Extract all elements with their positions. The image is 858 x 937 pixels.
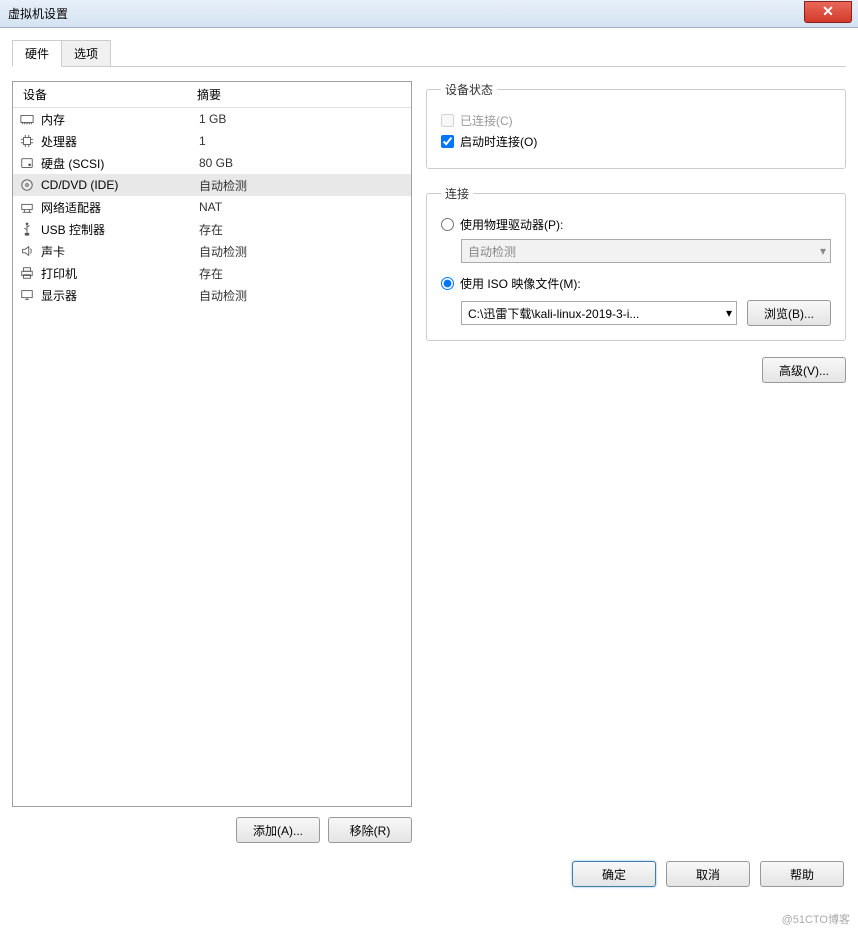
physical-drive-radio[interactable] [441,218,454,231]
physical-drive-combo: 自动检测 ▾ [461,239,831,263]
hardware-summary: 存在 [199,221,411,238]
chevron-down-icon: ▾ [726,306,732,320]
advanced-row: 高级(V)... [426,357,846,383]
tab-content: 设备 摘要 内存1 GB处理器1硬盘 (SCSI)80 GBCD/DVD (ID… [12,67,846,843]
hardware-row-printer[interactable]: 打印机存在 [13,262,411,284]
hardware-name: 处理器 [41,133,199,150]
iso-path-combo[interactable]: C:\迅雷下载\kali-linux-2019-3-i... ▾ [461,301,737,325]
tab-options[interactable]: 选项 [61,40,111,66]
iso-file-label: 使用 ISO 映像文件(M): [460,275,581,292]
iso-file-radio[interactable] [441,277,454,290]
connected-row: 已连接(C) [441,112,831,129]
physical-drive-row: 使用物理驱动器(P): [441,216,831,233]
chevron-down-icon: ▾ [820,244,826,258]
connect-at-poweron-checkbox[interactable] [441,135,454,148]
help-button[interactable]: 帮助 [760,861,844,887]
connect-at-poweron-label: 启动时连接(O) [460,133,537,150]
cancel-button[interactable]: 取消 [666,861,750,887]
cpu-icon [19,133,35,149]
hardware-row-disk[interactable]: 硬盘 (SCSI)80 GB [13,152,411,174]
hardware-name: 网络适配器 [41,199,199,216]
hardware-actions: 添加(A)... 移除(R) [12,817,412,843]
tab-hardware[interactable]: 硬件 [12,40,62,67]
hardware-row-cpu[interactable]: 处理器1 [13,130,411,152]
physical-drive-value: 自动检测 [468,243,516,260]
ok-button[interactable]: 确定 [572,861,656,887]
hardware-row-display[interactable]: 显示器自动检测 [13,284,411,306]
memory-icon [19,111,35,127]
physical-drive-combo-wrap: 自动检测 ▾ [461,239,831,263]
iso-file-row: 使用 ISO 映像文件(M): [441,275,831,292]
physical-drive-label: 使用物理驱动器(P): [460,216,563,233]
hardware-name: 显示器 [41,287,199,304]
tab-strip: 硬件 选项 [12,40,846,67]
hardware-name: 声卡 [41,243,199,260]
disk-icon [19,155,35,171]
hardware-list-header: 设备 摘要 [13,82,411,108]
hardware-name: CD/DVD (IDE) [41,178,199,192]
iso-path-value: C:\迅雷下载\kali-linux-2019-3-i... [468,305,639,322]
net-icon [19,199,35,215]
hardware-row-net[interactable]: 网络适配器NAT [13,196,411,218]
titlebar: 虚拟机设置 ✕ [0,0,858,28]
header-device: 设备 [13,86,193,103]
hardware-row-cd[interactable]: CD/DVD (IDE)自动检测 [13,174,411,196]
sound-icon [19,243,35,259]
hardware-list[interactable]: 设备 摘要 内存1 GB处理器1硬盘 (SCSI)80 GBCD/DVD (ID… [12,81,412,807]
advanced-button[interactable]: 高级(V)... [762,357,846,383]
printer-icon [19,265,35,281]
hardware-summary: 自动检测 [199,177,411,194]
hardware-summary: 80 GB [199,156,411,170]
device-status-group: 设备状态 已连接(C) 启动时连接(O) [426,81,846,169]
display-icon [19,287,35,303]
add-button[interactable]: 添加(A)... [236,817,320,843]
watermark: @51CTO博客 [782,911,850,927]
left-column: 设备 摘要 内存1 GB处理器1硬盘 (SCSI)80 GBCD/DVD (ID… [12,81,412,843]
usb-icon [19,221,35,237]
remove-button[interactable]: 移除(R) [328,817,412,843]
hardware-summary: NAT [199,200,411,214]
browse-button[interactable]: 浏览(B)... [747,300,831,326]
hardware-rows: 内存1 GB处理器1硬盘 (SCSI)80 GBCD/DVD (IDE)自动检测… [13,108,411,306]
close-button[interactable]: ✕ [804,1,852,23]
hardware-summary: 自动检测 [199,243,411,260]
hardware-name: 硬盘 (SCSI) [41,155,199,172]
hardware-summary: 1 [199,134,411,148]
connect-at-poweron-row: 启动时连接(O) [441,133,831,150]
connection-group: 连接 使用物理驱动器(P): 自动检测 ▾ 使用 ISO 映像文件(M): [426,185,846,341]
close-icon: ✕ [822,3,834,20]
dialog-body: 硬件 选项 设备 摘要 内存1 GB处理器1硬盘 (SCSI)80 GBCD/D… [0,28,858,895]
iso-path-row: C:\迅雷下载\kali-linux-2019-3-i... ▾ 浏览(B)..… [461,300,831,326]
hardware-row-sound[interactable]: 声卡自动检测 [13,240,411,262]
connected-label: 已连接(C) [460,112,513,129]
hardware-row-usb[interactable]: USB 控制器存在 [13,218,411,240]
hardware-name: 内存 [41,111,199,128]
connection-legend: 连接 [441,185,473,202]
header-summary: 摘要 [193,86,411,103]
hardware-name: USB 控制器 [41,221,199,238]
hardware-row-memory[interactable]: 内存1 GB [13,108,411,130]
hardware-summary: 自动检测 [199,287,411,304]
device-status-legend: 设备状态 [441,81,497,98]
hardware-summary: 存在 [199,265,411,282]
hardware-summary: 1 GB [199,112,411,126]
connected-checkbox [441,114,454,127]
window-title: 虚拟机设置 [8,5,68,22]
right-column: 设备状态 已连接(C) 启动时连接(O) 连接 使用物理驱动器(P): [426,81,846,843]
cd-icon [19,177,35,193]
bottom-action-bar: 确定 取消 帮助 [12,861,846,887]
hardware-name: 打印机 [41,265,199,282]
